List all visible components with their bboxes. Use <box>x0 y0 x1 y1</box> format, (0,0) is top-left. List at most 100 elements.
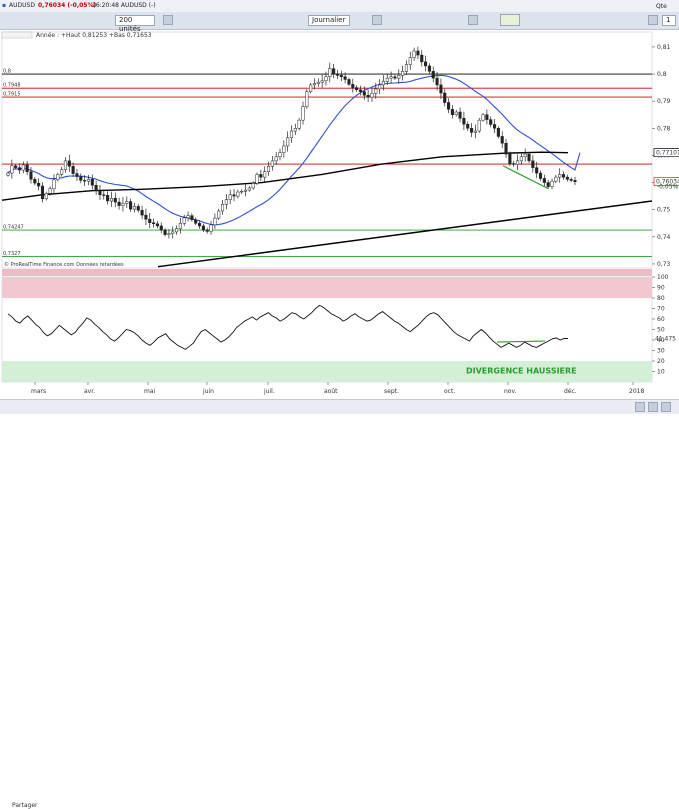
candle-body <box>17 167 22 171</box>
candle-body <box>21 164 25 171</box>
candle-body <box>37 182 41 187</box>
units-dropdown-button[interactable] <box>163 15 173 25</box>
qte-input[interactable]: 1 <box>662 15 676 26</box>
candle-body <box>546 182 550 187</box>
candle-body <box>52 179 56 190</box>
units-selector[interactable]: 200 unités <box>115 15 155 33</box>
candle-body <box>561 174 566 178</box>
candle-body <box>542 178 546 183</box>
candle-body <box>527 153 531 162</box>
candle-body <box>86 179 91 182</box>
candle-body <box>282 145 286 153</box>
candle-body <box>496 128 500 137</box>
candle-body <box>152 222 156 225</box>
candle-body <box>129 201 133 210</box>
price-tick-label: 0,75 <box>657 207 671 214</box>
osc-tick-label: 50 <box>657 327 665 334</box>
candle-body <box>512 163 516 165</box>
chart-type-button[interactable] <box>468 15 478 25</box>
price-tick-label: 0,74 <box>657 234 671 241</box>
candle-body <box>335 73 340 76</box>
candle-body <box>458 111 462 119</box>
change-tag: -0,05% <box>657 184 679 191</box>
candle-body <box>251 183 255 189</box>
candle-body <box>209 224 213 232</box>
share-button[interactable]: Partager <box>12 802 38 809</box>
candle-body <box>159 225 163 231</box>
indicator-button[interactable] <box>500 14 520 26</box>
candle-body <box>351 84 355 88</box>
candle-body <box>462 118 466 125</box>
candle-body <box>435 77 439 86</box>
candle-body <box>63 160 68 170</box>
candle-body <box>381 81 385 86</box>
zoom-out-button[interactable] <box>635 402 645 412</box>
candle-body <box>305 91 309 107</box>
candle-body <box>289 130 294 139</box>
time-tick-label: déc. <box>564 388 577 395</box>
period-dropdown-button[interactable] <box>372 15 382 25</box>
candle-body <box>232 194 236 197</box>
oscillator-zone <box>2 277 652 298</box>
time-tick-label: mars <box>31 388 46 395</box>
candle-body <box>558 174 562 178</box>
indicator-header-band <box>2 269 652 276</box>
candle-body <box>186 215 190 219</box>
candle-body <box>385 77 389 82</box>
candle-body <box>554 176 558 182</box>
price-tag-label: 0,77101 <box>656 150 679 157</box>
candle-body <box>565 176 569 180</box>
candle-body <box>416 50 420 56</box>
divergence-annotation: DIVERGENCE HAUSSIERE <box>466 367 577 376</box>
osc-last-value: 41,475 <box>655 335 676 342</box>
candle-body <box>324 76 328 82</box>
candle-body <box>473 130 477 133</box>
candle-body <box>481 114 485 121</box>
level-label: 0,7915 <box>3 92 21 98</box>
candle-body <box>550 180 554 187</box>
price-tick-label: 0,78 <box>657 125 671 132</box>
time-tick-label: nov. <box>504 388 517 395</box>
zoom-in-button[interactable] <box>648 402 658 412</box>
candle-body <box>358 89 363 92</box>
candle-body <box>71 166 75 174</box>
candle-body <box>427 65 431 72</box>
candle-body <box>175 228 179 233</box>
candle-body <box>10 165 14 174</box>
osc-tick-label: 10 <box>657 369 665 376</box>
candle-body <box>454 111 458 115</box>
moving-average-200-line <box>1 151 569 201</box>
candle-body <box>40 185 45 200</box>
candle-body <box>397 75 401 79</box>
candle-body <box>109 198 113 202</box>
reset-view-button[interactable] <box>661 402 671 412</box>
candle-body <box>190 215 194 220</box>
candle-body <box>293 128 297 132</box>
trading-window: ▪ AUDUSD 0,76034 (-0,05%) 16:20:48 AUDUS… <box>0 0 679 809</box>
candle-body <box>531 160 535 168</box>
candle-body <box>67 160 71 167</box>
candle-body <box>316 81 320 84</box>
candle-body <box>201 225 205 231</box>
candle-body <box>420 54 424 63</box>
candle-body <box>523 153 527 158</box>
price-tick-label: 0,8 <box>657 71 667 78</box>
period-selector[interactable]: Journalier <box>308 15 350 26</box>
candle-body <box>500 136 504 144</box>
candle-body <box>125 201 129 204</box>
osc-tick-label: 80 <box>657 295 665 302</box>
qte-label: Qte <box>656 3 667 10</box>
candle-body <box>140 209 144 216</box>
price-tick-label: 0,81 <box>657 44 671 51</box>
candle-body <box>535 167 539 174</box>
candle-body <box>424 61 428 67</box>
level-label: 0,7327 <box>3 251 21 257</box>
candle-body <box>132 206 136 210</box>
candle-body <box>389 76 393 79</box>
candle-body <box>412 50 416 59</box>
settings-button[interactable] <box>648 15 658 25</box>
oscillator-line <box>7 304 569 350</box>
candle-body <box>320 80 324 83</box>
candle-body <box>121 203 125 206</box>
level-label: 0,8 <box>3 69 11 75</box>
